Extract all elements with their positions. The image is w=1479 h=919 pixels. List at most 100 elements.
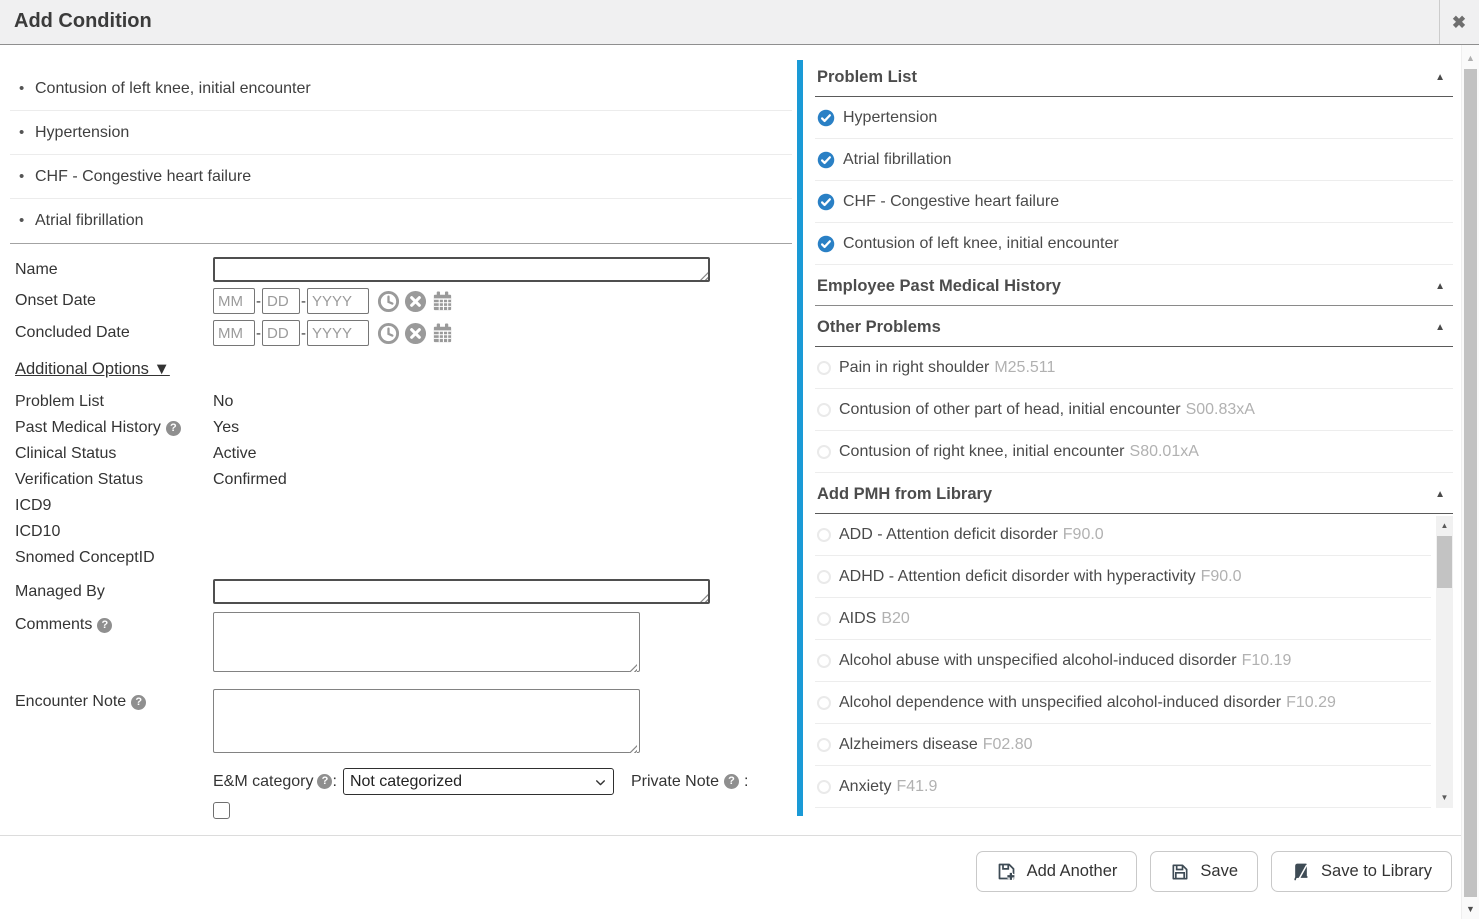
- problem-name: Atrial fibrillation: [843, 151, 951, 169]
- selected-condition-item: Hypertension: [10, 111, 792, 155]
- em-category-select[interactable]: Not categorized: [343, 768, 614, 795]
- other-problem-item[interactable]: Pain in right shoulder M25.511: [815, 347, 1453, 389]
- detail-value: Yes: [213, 419, 239, 437]
- close-icon[interactable]: ✖: [1444, 8, 1474, 38]
- scrollbar-thumb[interactable]: [1464, 69, 1477, 897]
- calendar-icon[interactable]: [431, 290, 454, 313]
- detail-label: ICD9: [15, 497, 51, 515]
- concluded-year-input[interactable]: [307, 320, 369, 346]
- detail-label: ICD10: [15, 523, 60, 541]
- help-icon[interactable]: [97, 618, 112, 633]
- onset-month-input[interactable]: [213, 288, 255, 314]
- footer-actions: Add Another Save Save to Library: [976, 851, 1452, 892]
- pmh-library-item[interactable]: ADHD - Attention deficit disorder with h…: [815, 556, 1431, 598]
- section-header-problem-list[interactable]: Problem List ▲: [815, 60, 1453, 97]
- colon: :: [332, 773, 336, 791]
- check-circle-icon: [817, 193, 835, 211]
- detail-label: Problem List: [15, 393, 104, 411]
- problem-list-item[interactable]: CHF - Congestive heart failure: [815, 181, 1453, 223]
- scroll-up-icon[interactable]: ▲: [1462, 50, 1479, 66]
- encounter-note-textarea[interactable]: [213, 689, 640, 753]
- other-problem-item[interactable]: Contusion of other part of head, initial…: [815, 389, 1453, 431]
- modal-header: Add Condition ✖: [0, 0, 1479, 45]
- condition-name: Alcohol dependence with unspecified alco…: [839, 694, 1281, 712]
- condition-name: ADHD - Attention deficit disorder with h…: [839, 568, 1196, 586]
- other-problems-items: Pain in right shoulder M25.511 Contusion…: [815, 347, 1453, 473]
- scrollbar-thumb[interactable]: [1437, 536, 1452, 588]
- detail-row: Clinical Status Active: [15, 441, 792, 467]
- clear-date-icon[interactable]: [404, 322, 427, 345]
- problem-name: Contusion of left knee, initial encounte…: [843, 235, 1119, 253]
- pmh-library-item[interactable]: Alzheimers disease F02.80: [815, 724, 1431, 766]
- other-problem-item[interactable]: Contusion of right knee, initial encount…: [815, 431, 1453, 473]
- radio-unchecked-icon: [817, 445, 831, 459]
- save-button[interactable]: Save: [1150, 851, 1258, 892]
- icd-code: F90.0: [1063, 526, 1104, 544]
- clear-date-icon[interactable]: [404, 290, 427, 313]
- concluded-day-input[interactable]: [262, 320, 300, 346]
- help-icon[interactable]: [166, 421, 181, 436]
- page-title: Add Condition: [14, 10, 152, 33]
- problem-list-item[interactable]: Contusion of left knee, initial encounte…: [815, 223, 1453, 265]
- section-title: Add PMH from Library: [817, 485, 992, 504]
- section-header-employee-pmh[interactable]: Employee Past Medical History ▲: [815, 265, 1453, 306]
- radio-unchecked-icon: [817, 780, 831, 794]
- detail-row: Snomed ConceptID: [15, 545, 792, 571]
- section-title: Employee Past Medical History: [817, 277, 1061, 296]
- onset-day-input[interactable]: [262, 288, 300, 314]
- concluded-date-label: Concluded Date: [15, 324, 213, 342]
- help-icon[interactable]: [724, 774, 739, 789]
- detail-value: Active: [213, 445, 257, 463]
- pmh-library-list: ADD - Attention deficit disorder F90.0 A…: [815, 514, 1453, 808]
- detail-rows: Problem List No Past Medical History Yes…: [15, 389, 792, 571]
- pmh-library-item[interactable]: Alcohol dependence with unspecified alco…: [815, 682, 1431, 724]
- name-label: Name: [15, 261, 213, 279]
- detail-row: Problem List No: [15, 389, 792, 415]
- scroll-down-icon[interactable]: ▼: [1436, 791, 1453, 805]
- scroll-down-icon[interactable]: ▼: [1462, 901, 1479, 917]
- radio-unchecked-icon: [817, 612, 831, 626]
- problem-name: Pain in right shoulder: [839, 359, 989, 377]
- help-icon[interactable]: [317, 774, 332, 789]
- pmh-library-item[interactable]: AIDS B20: [815, 598, 1431, 640]
- concluded-month-input[interactable]: [213, 320, 255, 346]
- date-separator: -: [256, 325, 261, 342]
- clock-icon[interactable]: [377, 322, 400, 345]
- condition-name: Alcohol abuse with unspecified alcohol-i…: [839, 652, 1237, 670]
- additional-options-link[interactable]: Additional Options ▼: [15, 360, 170, 379]
- radio-unchecked-icon: [817, 654, 831, 668]
- detail-label: Clinical Status: [15, 445, 116, 463]
- condition-name: Anxiety: [839, 778, 891, 796]
- problem-list-item[interactable]: Hypertension: [815, 97, 1453, 139]
- footer-divider: [0, 835, 1461, 836]
- section-header-other-problems[interactable]: Other Problems ▲: [815, 306, 1453, 347]
- clock-icon[interactable]: [377, 290, 400, 313]
- name-input[interactable]: [213, 257, 710, 282]
- problem-list-item[interactable]: Atrial fibrillation: [815, 139, 1453, 181]
- detail-row: Verification Status Confirmed: [15, 467, 792, 493]
- icd-code: F90.0: [1201, 568, 1242, 586]
- detail-label: Snomed ConceptID: [15, 549, 155, 567]
- pmh-library-item[interactable]: Anxiety F41.9: [815, 766, 1431, 808]
- onset-year-input[interactable]: [307, 288, 369, 314]
- add-another-button[interactable]: Add Another: [976, 851, 1138, 892]
- calendar-icon[interactable]: [431, 322, 454, 345]
- help-icon[interactable]: [131, 695, 146, 710]
- icd-code: S80.01xA: [1130, 443, 1199, 461]
- comments-textarea[interactable]: [213, 612, 640, 672]
- section-header-pmh-library[interactable]: Add PMH from Library ▲: [815, 473, 1453, 514]
- scroll-up-icon[interactable]: ▲: [1436, 519, 1453, 533]
- save-to-library-button[interactable]: Save to Library: [1271, 851, 1452, 892]
- icd-code: S00.83xA: [1186, 401, 1255, 419]
- button-label: Save to Library: [1321, 862, 1432, 881]
- detail-row: Past Medical History Yes: [15, 415, 792, 441]
- onset-date-label: Onset Date: [15, 292, 213, 310]
- pmh-library-item[interactable]: Alcohol abuse with unspecified alcohol-i…: [815, 640, 1431, 682]
- check-circle-icon: [817, 109, 835, 127]
- condition-form: Name Onset Date - - Concluded: [10, 257, 792, 819]
- detail-value: Confirmed: [213, 471, 287, 489]
- pmh-library-item[interactable]: ADD - Attention deficit disorder F90.0: [815, 514, 1431, 556]
- problem-name: Contusion of other part of head, initial…: [839, 401, 1181, 419]
- private-note-checkbox[interactable]: [213, 802, 230, 819]
- managed-by-input[interactable]: [213, 579, 710, 604]
